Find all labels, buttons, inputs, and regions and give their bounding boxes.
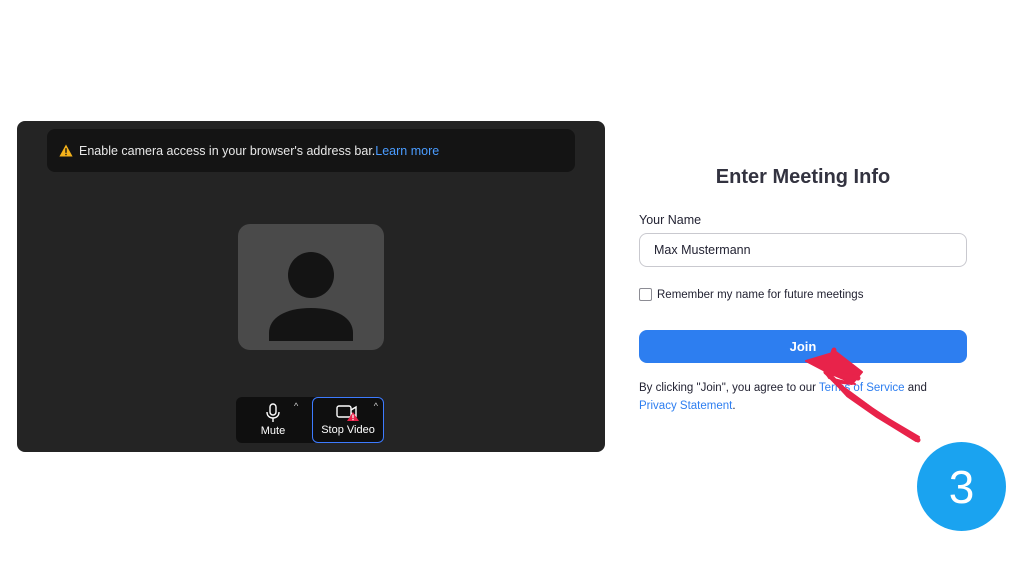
terms-of-service-link[interactable]: Terms of Service bbox=[819, 382, 905, 394]
name-label: Your Name bbox=[639, 213, 702, 227]
terms-suffix: . bbox=[732, 400, 736, 412]
mute-button[interactable]: Mute bbox=[236, 397, 310, 443]
terms-and: and bbox=[904, 382, 927, 394]
video-camera-icon bbox=[336, 405, 359, 421]
person-avatar-icon bbox=[269, 252, 353, 341]
video-preview: Enable camera access in your browser's a… bbox=[17, 121, 605, 452]
camera-permission-banner: Enable camera access in your browser's a… bbox=[47, 129, 575, 172]
video-options-caret[interactable]: ^ bbox=[374, 401, 378, 411]
mute-label: Mute bbox=[260, 425, 286, 437]
audio-options-caret[interactable]: ^ bbox=[294, 401, 298, 411]
join-button[interactable]: Join bbox=[639, 330, 967, 363]
terms-prefix: By clicking "Join", you agree to our bbox=[639, 382, 819, 394]
warning-icon bbox=[59, 144, 73, 157]
learn-more-link[interactable]: Learn more bbox=[375, 144, 439, 158]
remember-name-option[interactable]: Remember my name for future meetings bbox=[639, 288, 863, 301]
banner-text: Enable camera access in your browser's a… bbox=[79, 143, 376, 158]
microphone-icon bbox=[266, 403, 280, 422]
step-number-badge: 3 bbox=[917, 442, 1006, 531]
remember-label: Remember my name for future meetings bbox=[657, 288, 864, 301]
name-input[interactable] bbox=[639, 233, 967, 267]
privacy-statement-link[interactable]: Privacy Statement bbox=[639, 400, 732, 412]
avatar-placeholder bbox=[238, 224, 384, 350]
form-title: Enter Meeting Info bbox=[715, 166, 891, 188]
remember-checkbox[interactable] bbox=[639, 288, 652, 301]
stop-video-label: Stop Video bbox=[321, 424, 375, 436]
terms-notice: By clicking "Join", you agree to our Ter… bbox=[639, 379, 969, 415]
media-controls: Mute ^ Stop Video ^ bbox=[236, 397, 384, 443]
